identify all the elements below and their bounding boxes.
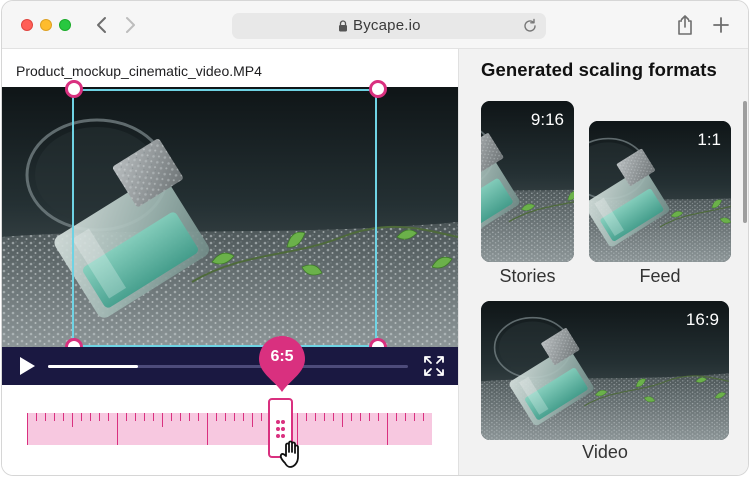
format-label-stories: Stories: [499, 266, 556, 286]
browser-toolbar: Bycape.io: [2, 1, 748, 49]
panel-scrollbar[interactable]: [743, 101, 747, 223]
format-card-feed[interactable]: 1:1: [589, 121, 731, 262]
format-ratio: 9:16: [530, 110, 564, 129]
aspect-ratio-ruler[interactable]: [27, 413, 432, 445]
url-text: Bycape.io: [353, 17, 421, 34]
video-preview: [2, 87, 458, 347]
browser-window: Bycape.io Product_mockup_cinematic_video…: [1, 0, 749, 476]
playback-progress-track[interactable]: [48, 365, 408, 368]
play-icon[interactable]: [16, 355, 38, 377]
formats-panel: Generated scaling formats 9:16 Stories 1…: [458, 49, 748, 475]
close-window-button[interactable]: [21, 19, 33, 31]
share-icon[interactable]: [675, 14, 695, 36]
format-ratio: 1:1: [697, 130, 721, 149]
crop-handle-top-right[interactable]: [369, 80, 387, 98]
address-bar[interactable]: Bycape.io: [232, 13, 546, 39]
panel-title: Generated scaling formats: [481, 59, 717, 80]
video-editor: Product_mockup_cinematic_video.MP4 6:5: [2, 49, 458, 475]
aspect-ratio-label: 6:5: [270, 348, 294, 365]
playback-controls: [2, 347, 458, 385]
playback-progress-fill: [48, 365, 138, 368]
zoom-window-button[interactable]: [59, 19, 71, 31]
crop-frame[interactable]: [72, 89, 377, 347]
format-label-video: Video: [582, 442, 628, 462]
video-filename: Product_mockup_cinematic_video.MP4: [16, 63, 262, 79]
format-card-video[interactable]: 16:9: [481, 301, 729, 440]
back-icon[interactable]: [92, 15, 112, 35]
format-ratio: 16:9: [685, 310, 719, 329]
lock-icon: [339, 20, 347, 32]
hand-cursor-icon: [279, 440, 299, 468]
fullscreen-icon[interactable]: [423, 355, 445, 377]
reload-icon[interactable]: [522, 18, 538, 34]
format-label-feed: Feed: [639, 266, 681, 286]
format-card-stories[interactable]: 9:16: [481, 101, 574, 262]
forward-icon[interactable]: [120, 15, 140, 35]
minimize-window-button[interactable]: [40, 19, 52, 31]
plus-icon[interactable]: [711, 15, 731, 35]
crop-handle-top-left[interactable]: [65, 80, 83, 98]
